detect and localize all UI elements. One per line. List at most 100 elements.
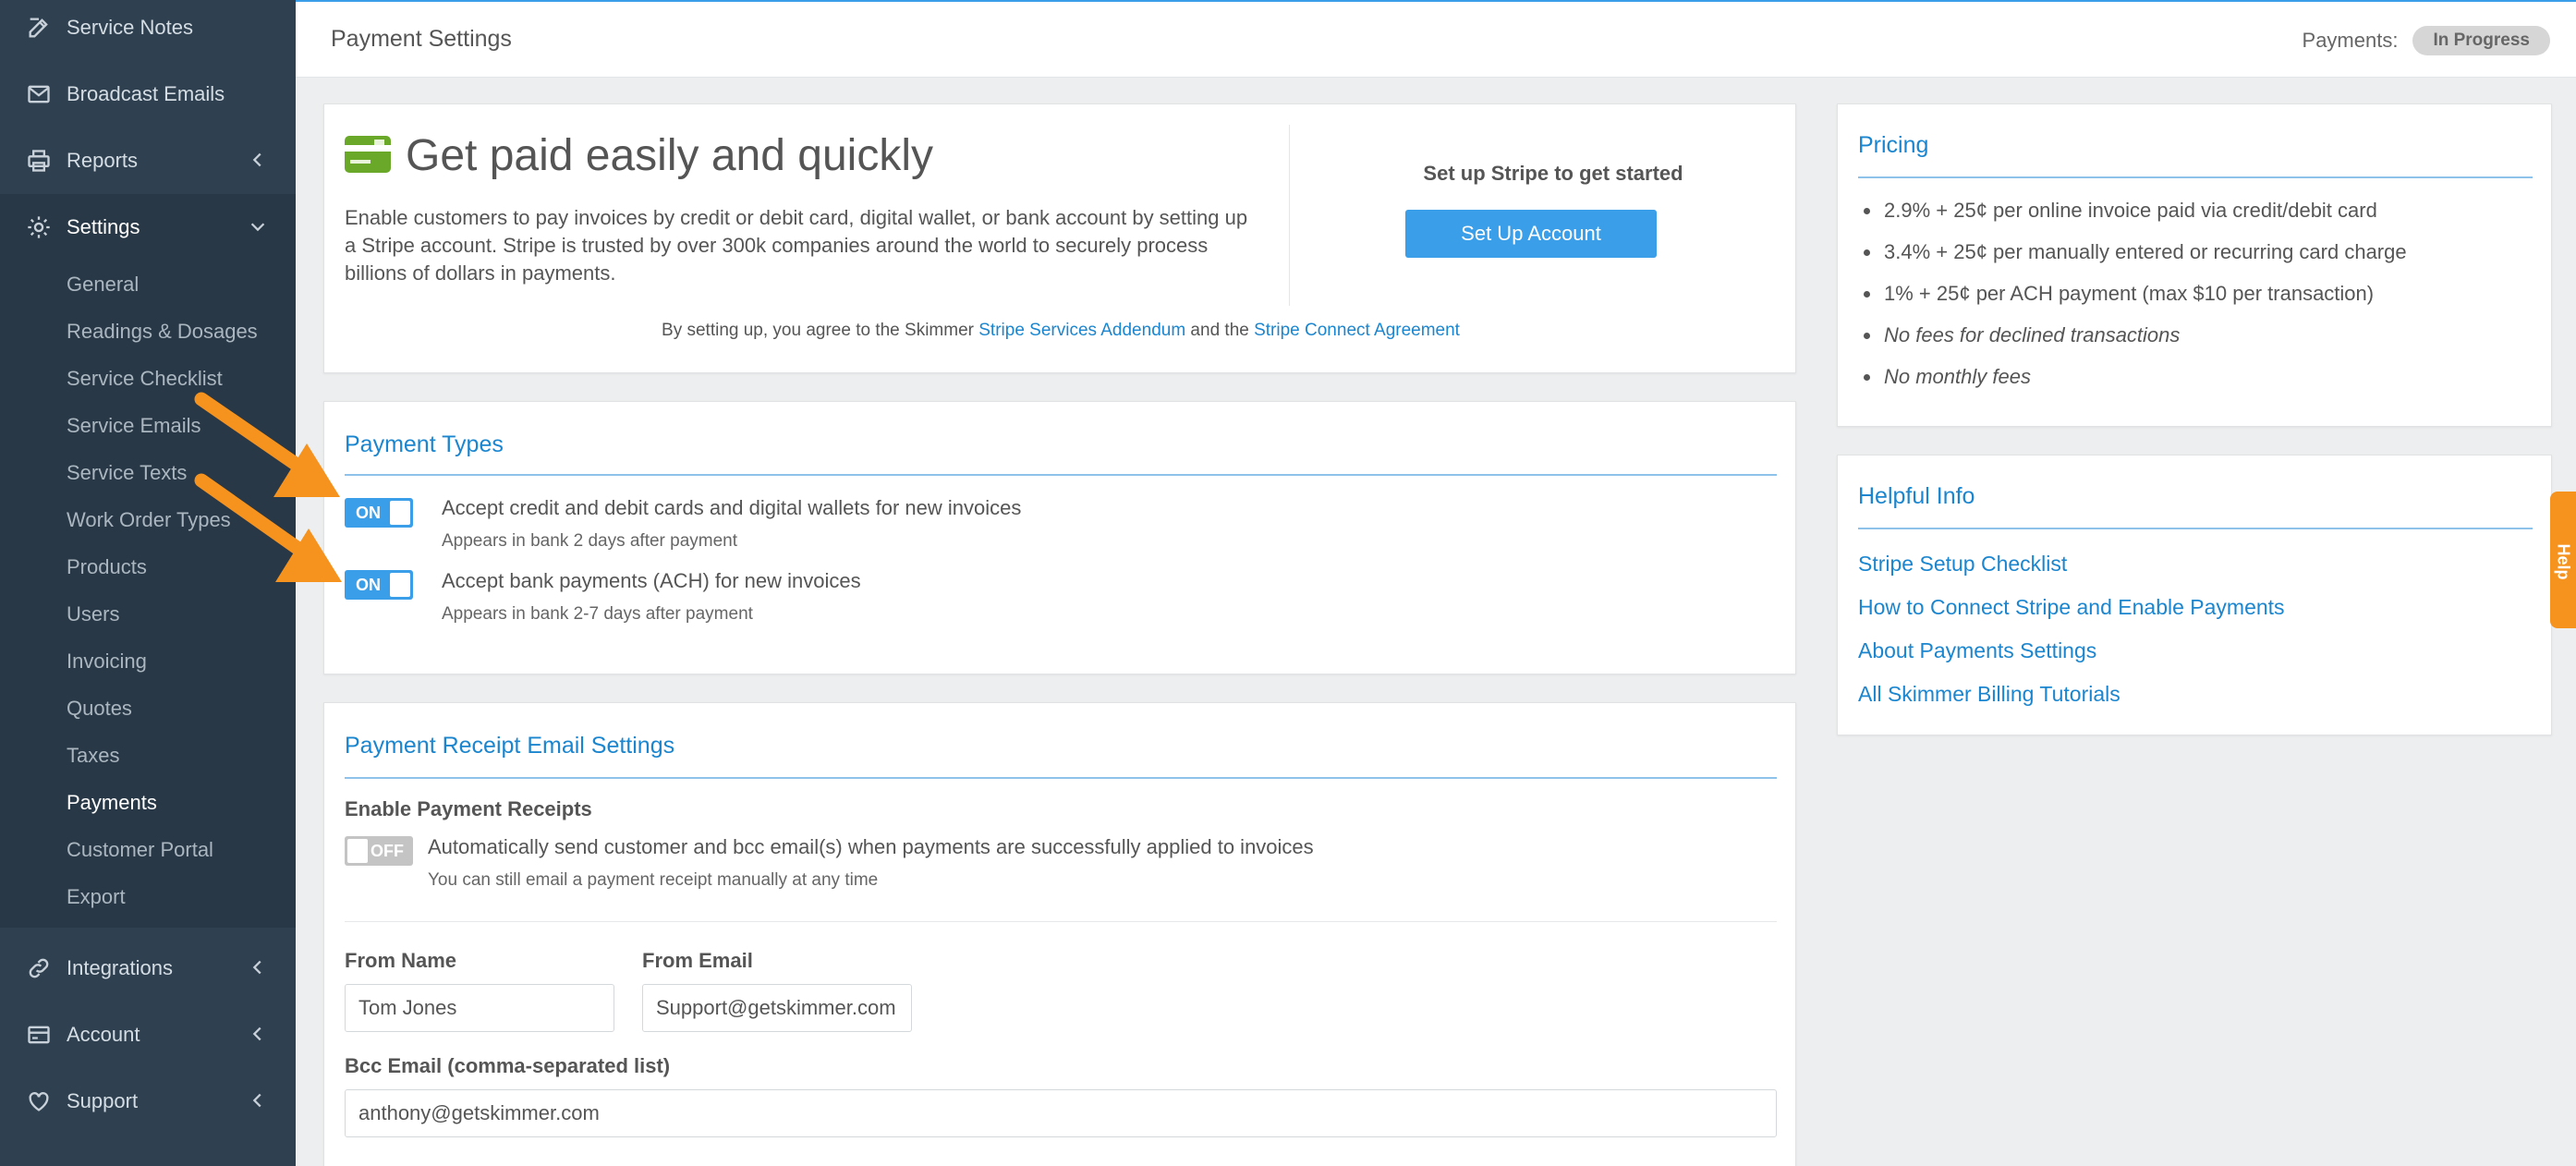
sidebar-subitem-readings-dosages[interactable]: Readings & Dosages xyxy=(67,320,258,344)
list-item: 3.4% + 25¢ per manually entered or recur… xyxy=(1858,238,2407,280)
sidebar-subitem-export[interactable]: Export xyxy=(67,885,126,909)
divider xyxy=(345,474,1777,476)
sidebar-subitem-customer-portal[interactable]: Customer Portal xyxy=(67,838,213,862)
chevron-left-icon xyxy=(248,1090,268,1111)
bcc-email-label: Bcc Email (comma-separated list) xyxy=(345,1054,671,1077)
sidebar-item-label: Support xyxy=(67,1089,139,1112)
sidebar-item-settings[interactable]: Settings xyxy=(0,194,296,261)
sidebar-item-reports[interactable]: Reports xyxy=(0,128,296,194)
toggle-state: ON xyxy=(356,576,381,594)
credit-card-icon xyxy=(26,1022,52,1048)
sidebar-item-label: Reports xyxy=(67,149,139,172)
sidebar-item-support[interactable]: Support xyxy=(0,1068,296,1135)
sidebar-item-broadcast-emails[interactable]: Broadcast Emails xyxy=(0,61,296,128)
bcc-email-input[interactable]: anthony@getskimmer.com xyxy=(345,1089,1777,1137)
divider xyxy=(1858,176,2533,178)
payment-receipt-panel: Payment Receipt Email Settings Enable Pa… xyxy=(323,702,1796,1166)
list-item: No fees for declined transactions xyxy=(1858,322,2407,363)
ach-payments-toggle[interactable]: ON xyxy=(345,570,413,600)
sidebar-subitem-service-texts[interactable]: Service Texts xyxy=(67,461,187,485)
sidebar-subitem-service-emails[interactable]: Service Emails xyxy=(67,414,200,438)
toggle-knob xyxy=(390,573,410,597)
ach-payments-sub: Appears in bank 2-7 days after payment xyxy=(442,604,753,624)
top-bar: Payment Settings Payments: In Progress xyxy=(296,0,2576,78)
payment-types-panel: Payment Types ON Accept credit and debit… xyxy=(323,401,1796,674)
set-up-account-button[interactable]: Set Up Account xyxy=(1405,210,1657,258)
sidebar-subitem-products[interactable]: Products xyxy=(67,555,147,579)
sidebar-item-label: Settings xyxy=(67,215,140,238)
payments-status-label: Payments: xyxy=(2302,29,2399,52)
panel-title: Payment Receipt Email Settings xyxy=(345,733,675,759)
agreement-text: By setting up, you agree to the Skimmer … xyxy=(324,321,1797,341)
agreement-prefix: By setting up, you agree to the Skimmer xyxy=(662,321,979,340)
credit-card-icon xyxy=(345,136,391,173)
sidebar-subitem-service-checklist[interactable]: Service Checklist xyxy=(67,367,223,391)
sidebar-subitem-quotes[interactable]: Quotes xyxy=(67,697,132,721)
pricing-list: 2.9% + 25¢ per online invoice paid via c… xyxy=(1858,197,2407,405)
connect-stripe-link[interactable]: How to Connect Stripe and Enable Payment… xyxy=(1858,595,2285,620)
divider xyxy=(345,921,1777,922)
sidebar-subitem-users[interactable]: Users xyxy=(67,602,119,626)
chevron-left-icon xyxy=(248,150,268,170)
printer-icon xyxy=(26,148,52,174)
sidebar-item-service-notes[interactable]: Service Notes xyxy=(0,0,296,61)
chevron-left-icon xyxy=(248,1024,268,1044)
from-name-label: From Name xyxy=(345,949,457,972)
card-payments-label: Accept credit and debit cards and digita… xyxy=(442,496,1022,519)
sidebar-item-label: Account xyxy=(67,1023,140,1046)
envelope-icon xyxy=(26,81,52,107)
sidebar-subitem-work-order-types[interactable]: Work Order Types xyxy=(67,508,231,532)
sidebar-item-label: Service Notes xyxy=(67,16,193,39)
card-payments-toggle[interactable]: ON xyxy=(345,498,413,528)
from-name-input[interactable]: Tom Jones xyxy=(345,984,614,1032)
sidebar-subitem-payments[interactable]: Payments xyxy=(67,791,157,815)
help-tab[interactable]: Help xyxy=(2550,492,2576,628)
sidebar-subitem-invoicing[interactable]: Invoicing xyxy=(67,650,147,674)
edit-icon xyxy=(26,15,52,41)
stripe-setup-checklist-link[interactable]: Stripe Setup Checklist xyxy=(1858,552,2067,577)
heart-icon xyxy=(26,1088,52,1114)
receipts-toggle-sub: You can still email a payment receipt ma… xyxy=(428,870,879,890)
gear-icon xyxy=(26,214,52,240)
status-badge: In Progress xyxy=(2412,26,2550,55)
stripe-services-addendum-link[interactable]: Stripe Services Addendum xyxy=(978,321,1185,340)
payment-receipts-toggle[interactable]: OFF xyxy=(345,836,413,866)
toggle-knob xyxy=(390,501,410,525)
from-email-label: From Email xyxy=(642,949,753,972)
sidebar-subitem-taxes[interactable]: Taxes xyxy=(67,744,119,768)
panel-title: Helpful Info xyxy=(1858,483,1975,509)
payments-status: Payments: In Progress xyxy=(2303,26,2550,55)
settings-submenu xyxy=(0,261,296,928)
toggle-state: OFF xyxy=(371,842,404,860)
sidebar-subitem-general[interactable]: General xyxy=(67,273,139,297)
hero-description: Enable customers to pay invoices by cred… xyxy=(345,206,1248,285)
sidebar: Service Notes Broadcast Emails Reports S… xyxy=(0,0,296,1166)
about-payments-settings-link[interactable]: About Payments Settings xyxy=(1858,638,2096,663)
billing-tutorials-link[interactable]: All Skimmer Billing Tutorials xyxy=(1858,682,2120,707)
enable-receipts-label: Enable Payment Receipts xyxy=(345,797,592,820)
sidebar-item-label: Integrations xyxy=(67,956,173,979)
list-item: 1% + 25¢ per ACH payment (max $10 per tr… xyxy=(1858,280,2407,322)
pricing-panel: Pricing 2.9% + 25¢ per online invoice pa… xyxy=(1837,103,2552,427)
list-item: No monthly fees xyxy=(1858,363,2407,405)
hero-heading: Get paid easily and quickly xyxy=(406,131,933,180)
divider xyxy=(345,777,1777,779)
toggle-knob xyxy=(347,839,368,863)
divider xyxy=(1289,125,1290,306)
divider xyxy=(1858,528,2533,529)
list-item: 2.9% + 25¢ per online invoice paid via c… xyxy=(1858,197,2407,238)
chevron-left-icon xyxy=(248,957,268,978)
ach-payments-label: Accept bank payments (ACH) for new invoi… xyxy=(442,569,861,592)
stripe-setup-panel: Get paid easily and quickly Enable custo… xyxy=(323,103,1796,373)
sidebar-item-integrations[interactable]: Integrations xyxy=(0,935,296,1002)
from-email-input[interactable]: Support@getskimmer.com xyxy=(642,984,912,1032)
sidebar-item-account[interactable]: Account xyxy=(0,1002,296,1068)
card-payments-sub: Appears in bank 2 days after payment xyxy=(442,531,738,551)
helpful-info-panel: Helpful Info Stripe Setup Checklist How … xyxy=(1837,455,2552,735)
stripe-cta-text: Set up Stripe to get started xyxy=(1423,162,1683,185)
page-title: Payment Settings xyxy=(331,26,512,52)
panel-title: Payment Types xyxy=(345,431,504,457)
help-tab-label: Help xyxy=(2554,543,2573,580)
panel-title: Pricing xyxy=(1858,132,1929,158)
stripe-connect-agreement-link[interactable]: Stripe Connect Agreement xyxy=(1254,321,1460,340)
